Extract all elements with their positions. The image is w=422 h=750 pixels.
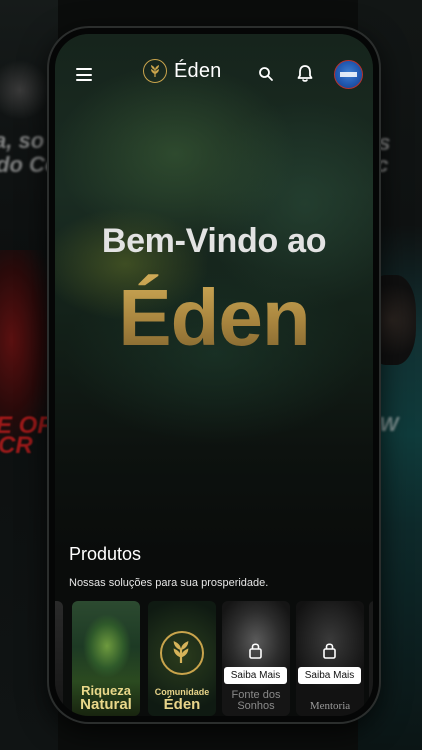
product-card-mentoria[interactable]: Mentoria [296, 601, 364, 716]
products-carousel[interactable]: Riqueza Natural Comunidade Éden Fonte do… [55, 601, 373, 716]
saiba-mais-button[interactable]: Saiba Mais [224, 667, 287, 684]
avatar[interactable] [334, 60, 363, 89]
product-title-line2: Éden [163, 696, 201, 714]
product-card-title: Riqueza Natural [72, 682, 140, 714]
product-title-line2: Natural [80, 696, 132, 714]
product-card-title: Mentoria [296, 701, 364, 713]
product-card-fonte-dos-sonhos[interactable]: Fonte dos Sonhos [222, 601, 290, 716]
product-card-comunidade-eden[interactable]: Comunidade Éden [148, 601, 216, 716]
search-icon[interactable] [258, 66, 274, 82]
wheat-leaf-icon [143, 59, 167, 83]
product-card-partial[interactable] [55, 601, 63, 716]
product-title-line1: Riqueza [81, 682, 131, 698]
lock-icon [249, 643, 262, 659]
app-screen: Éden Bem-Vindo ao Éden Produtos Nossas s… [55, 34, 373, 716]
lock-icon [323, 643, 336, 659]
products-subtitle: Nossas soluções para sua prosperidade. [69, 577, 269, 589]
product-card-title: Fonte dos Sonhos [222, 689, 290, 713]
product-title-line2: Sonhos [237, 700, 275, 713]
bell-icon[interactable] [296, 64, 314, 83]
hero-welcome-text: Bem-Vindo ao [101, 222, 327, 260]
saiba-mais-button[interactable]: Saiba Mais [298, 667, 361, 684]
product-card-title: Comunidade Éden [148, 687, 216, 714]
product-title-line1: Mentoria [309, 700, 351, 713]
app-logo[interactable]: Éden [143, 59, 222, 83]
app-title: Éden [174, 59, 222, 82]
menu-icon[interactable] [76, 68, 92, 81]
products-title: Produtos [69, 544, 142, 564]
hero-brand-text: Éden [55, 272, 373, 364]
product-card-riqueza-natural[interactable]: Riqueza Natural [72, 601, 140, 716]
product-card-partial[interactable] [369, 601, 373, 716]
phone-frame: Éden Bem-Vindo ao Éden Produtos Nossas s… [49, 28, 379, 722]
wheat-leaf-icon [173, 641, 189, 663]
app-header: Éden [55, 34, 373, 104]
